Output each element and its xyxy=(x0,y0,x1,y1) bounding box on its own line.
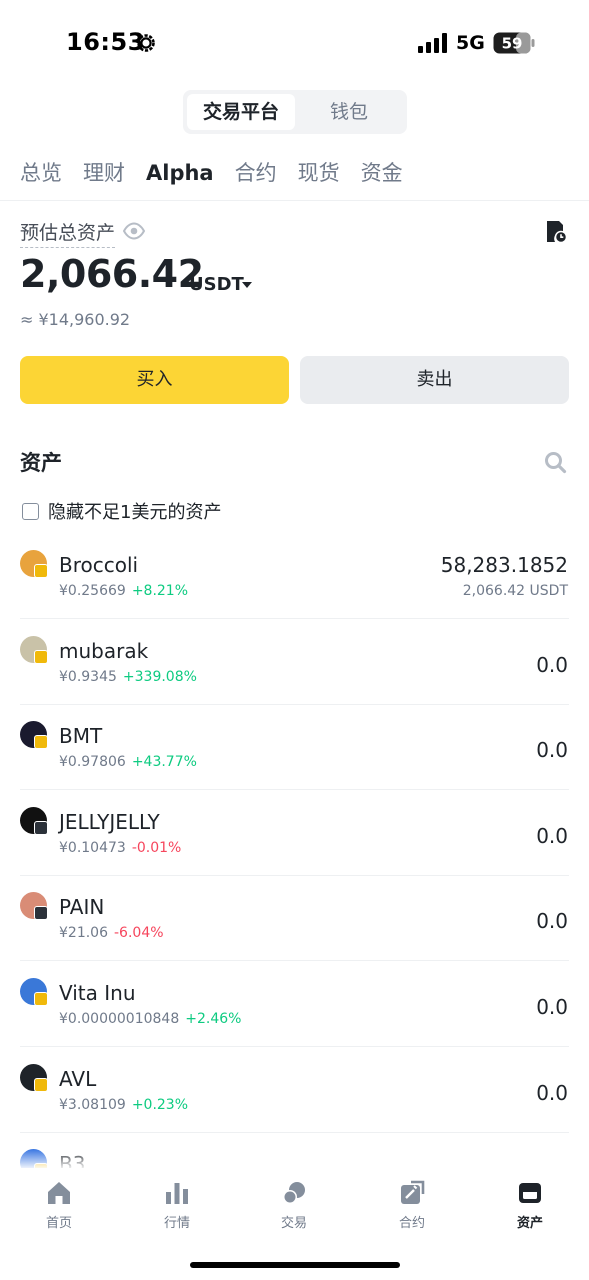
home-icon xyxy=(48,1182,70,1204)
coin-price-line: ¥21.06 -6.04% xyxy=(59,925,164,941)
asset-tabs: 总览 理财 Alpha 合约 现货 资金 xyxy=(20,155,424,191)
tab-spot[interactable]: 现货 xyxy=(298,155,340,191)
tab-earn[interactable]: 理财 xyxy=(83,155,125,191)
coin-name: BMT xyxy=(59,724,103,749)
coin-price: ¥0.00000010848 xyxy=(59,1011,180,1027)
nav-trade-label: 交易 xyxy=(280,1216,307,1231)
search-icon[interactable] xyxy=(543,450,567,474)
coin-amount: 0.0 xyxy=(536,995,568,1019)
coin-price: ¥0.25669 xyxy=(59,583,126,599)
coin-name: mubarak xyxy=(59,638,149,663)
asset-row[interactable]: Broccoli ¥0.25669 +8.21% 58,283.1852 2,066.4… xyxy=(0,533,589,619)
coin-amount: 58,283.1852 xyxy=(440,553,568,577)
tab-futures[interactable]: 合约 xyxy=(235,155,277,191)
coin-price-line: ¥0.10473 -0.01% xyxy=(59,840,181,856)
nav-markets-label: 行情 xyxy=(163,1216,190,1231)
coin-amount: 0.0 xyxy=(536,823,568,848)
coin-price: ¥21.06 xyxy=(59,925,108,942)
segment-wallet[interactable]: 钱包 xyxy=(295,94,403,130)
battery-level: 59 xyxy=(502,35,523,53)
chain-badge-icon xyxy=(34,1077,48,1092)
coin-change: +43.77% xyxy=(131,754,197,771)
coin-price-line: ¥3.08109 +0.23% xyxy=(59,1097,188,1113)
asset-row[interactable]: PAIN ¥21.06 -6.04% 0.0 xyxy=(0,875,589,962)
asset-row[interactable]: AVL ¥3.08109 +0.23% 0.0 xyxy=(0,1047,589,1133)
nav-home-label: 首页 xyxy=(45,1216,72,1231)
eye-icon[interactable] xyxy=(123,222,145,240)
coin-amount: 0.0 xyxy=(536,652,568,677)
coin-change: -6.04% xyxy=(114,925,164,942)
balance-cny: ≈ ¥14,960.92 xyxy=(20,310,131,329)
battery-icon: 59 xyxy=(493,32,535,54)
coin-amount: 0.0 xyxy=(536,909,568,934)
sell-button[interactable]: 卖出 xyxy=(300,356,569,404)
hide-small-checkbox[interactable] xyxy=(22,502,39,520)
nav-markets[interactable]: 行情 xyxy=(137,1180,217,1231)
tab-funding[interactable]: 资金 xyxy=(361,155,403,191)
assets-title: 资产 xyxy=(20,451,62,475)
coin-amount: 0.0 xyxy=(536,738,568,763)
coin-change: +339.08% xyxy=(122,668,197,685)
nav-assets-label: 资产 xyxy=(516,1216,543,1231)
coin-change: +2.46% xyxy=(185,1011,242,1027)
list-fade xyxy=(0,1148,589,1170)
coin-price: ¥0.10473 xyxy=(59,839,126,856)
gear-icon xyxy=(137,34,155,52)
buy-button[interactable]: 买入 xyxy=(20,356,289,404)
chain-badge-icon xyxy=(34,992,48,1006)
coin-price-line: ¥0.25669 +8.21% xyxy=(59,583,188,599)
wallet-icon xyxy=(519,1183,541,1203)
home-indicator xyxy=(190,1262,400,1268)
network-type: 5G xyxy=(456,32,485,54)
coin-change: +8.21% xyxy=(131,583,189,599)
coin-name: AVL xyxy=(59,1066,97,1091)
chain-badge-icon xyxy=(34,820,48,835)
futures-icon xyxy=(401,1180,425,1204)
coin-amount: 0.0 xyxy=(536,1080,568,1105)
segment-exchange[interactable]: 交易平台 xyxy=(187,94,295,130)
coin-name: Broccoli xyxy=(59,553,139,577)
chain-badge-icon xyxy=(34,735,48,750)
hide-small-assets-toggle[interactable]: 隐藏不足1美元的资产 xyxy=(22,499,221,523)
chain-badge-icon xyxy=(34,649,48,664)
tab-alpha[interactable]: Alpha xyxy=(146,155,214,191)
market-chart-icon xyxy=(166,1183,188,1204)
trade-icon xyxy=(283,1182,305,1204)
coin-price: ¥3.08109 xyxy=(59,1096,126,1113)
nav-assets[interactable]: 资产 xyxy=(490,1180,570,1231)
coin-usdt-value: 2,066.42 USDT xyxy=(462,583,568,599)
nav-home[interactable]: 首页 xyxy=(19,1180,99,1231)
asset-row[interactable]: mubarak ¥0.9345 +339.08% 0.0 xyxy=(0,619,589,705)
hide-small-label: 隐藏不足1美元的资产 xyxy=(48,502,222,523)
coin-name: Vita Inu xyxy=(59,981,136,1005)
coin-price-line: ¥0.97806 +43.77% xyxy=(59,754,197,770)
coin-name: PAIN xyxy=(59,895,105,920)
asset-row[interactable]: JELLYJELLY ¥0.10473 -0.01% 0.0 xyxy=(0,790,589,876)
coin-price: ¥0.9345 xyxy=(59,668,117,685)
tab-overview[interactable]: 总览 xyxy=(20,155,62,191)
total-balance: 2,066.42 xyxy=(20,252,204,296)
asset-row[interactable]: BMT ¥0.97806 +43.77% 0.0 xyxy=(0,704,589,791)
account-segment-control: 交易平台 钱包 xyxy=(183,90,407,134)
cellular-signal-icon xyxy=(418,33,447,53)
coin-change: -0.01% xyxy=(131,839,182,856)
nav-futures[interactable]: 合约 xyxy=(372,1180,452,1231)
coin-change: +0.23% xyxy=(131,1096,189,1113)
nav-trade[interactable]: 交易 xyxy=(254,1180,334,1231)
status-bar: 16:53 5G 59 xyxy=(0,0,589,88)
coin-name: JELLYJELLY xyxy=(59,809,160,834)
coin-price: ¥0.97806 xyxy=(59,754,126,771)
balance-unit-selector[interactable]: USDT xyxy=(189,274,244,295)
tabs-divider xyxy=(0,200,589,201)
chevron-down-icon[interactable] xyxy=(242,282,252,288)
history-icon[interactable] xyxy=(545,220,567,244)
coin-price-line: ¥0.9345 +339.08% xyxy=(59,669,197,685)
coin-price-line: ¥0.00000010848 +2.46% xyxy=(59,1011,241,1027)
asset-row[interactable]: Vita Inu ¥0.00000010848 +2.46% 0.0 xyxy=(0,961,589,1047)
estimated-total-label[interactable]: 预估总资产 xyxy=(20,218,116,248)
nav-futures-label: 合约 xyxy=(398,1216,425,1231)
chain-badge-icon xyxy=(34,906,48,921)
chain-badge-icon xyxy=(34,564,48,578)
